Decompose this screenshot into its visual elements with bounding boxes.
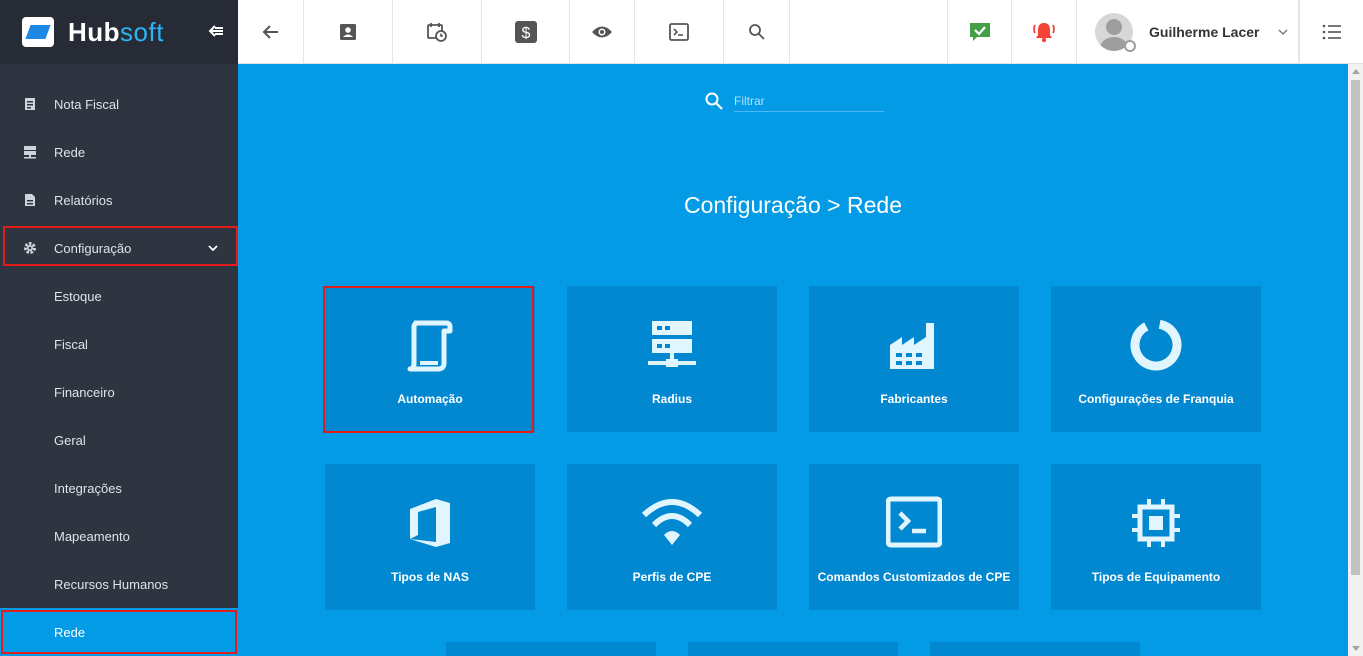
bell-alert-icon <box>1033 23 1055 43</box>
terminal-icon <box>669 23 689 41</box>
list-icon <box>1322 24 1341 40</box>
contact-card-icon <box>340 24 356 40</box>
tile-label: Tipos de NAS <box>391 570 469 584</box>
logo-text-soft: soft <box>120 16 164 47</box>
sidebar-item-label: Relatórios <box>54 192 113 208</box>
logo-bar: Hubsoft <box>0 0 238 64</box>
chevron-down-icon <box>208 241 218 256</box>
tile-label: Radius <box>651 392 692 406</box>
hubsoft-logo-icon <box>22 17 54 47</box>
sidebar-menu: Nota Fiscal Rede Relatórios Configuração… <box>0 80 238 656</box>
tile-label: Comandos Customizados de CPE <box>817 570 1011 584</box>
chip-icon <box>1128 493 1184 553</box>
sidebar-subitem-label: Mapeamento <box>54 528 130 544</box>
svg-text:$: $ <box>521 25 530 42</box>
sidebar-subitem-integracoes[interactable]: Integrações <box>0 464 238 512</box>
sidebar-item-rede[interactable]: Rede <box>0 128 238 176</box>
search-icon <box>705 92 723 110</box>
sidebar-subitem-recursos-humanos[interactable]: Recursos Humanos <box>0 560 238 608</box>
tile-configuracoes-de-franquia[interactable]: Configurações de Franquia <box>1051 286 1261 432</box>
sidebar-subitem-geral[interactable]: Geral <box>0 416 238 464</box>
contact-card-button[interactable] <box>304 0 393 64</box>
view-button[interactable] <box>570 0 635 64</box>
terminal-icon <box>886 493 942 553</box>
factory-icon <box>886 315 942 375</box>
server-network-icon <box>644 315 700 375</box>
sidebar-subitem-label: Recursos Humanos <box>54 576 169 592</box>
sidebar-subitem-label: Fiscal <box>54 336 88 352</box>
sidebar-item-label: Configuração <box>54 240 132 256</box>
scroll-up-arrow-icon[interactable] <box>1352 69 1360 74</box>
automation-icon <box>402 315 458 375</box>
sidebar-item-label: Nota Fiscal <box>54 96 120 112</box>
donut-chart-icon <box>1128 315 1184 375</box>
sidebar-item-label: Rede <box>54 144 86 160</box>
tile-tipos-de-equipamento[interactable]: Tipos de Equipamento <box>1051 464 1261 610</box>
search-button[interactable] <box>724 0 790 64</box>
logo-text-hub: Hub <box>68 16 121 47</box>
sidebar-subitem-rede[interactable]: Rede <box>0 608 238 656</box>
alerts-button[interactable] <box>1012 0 1077 64</box>
eye-icon <box>592 26 612 38</box>
tile-fabricantes[interactable]: Fabricantes <box>809 286 1019 432</box>
list-menu-button[interactable] <box>1299 0 1363 64</box>
top-bar: $ Guilherme Lacer <box>238 0 1363 64</box>
logo-text: Hubsoft <box>68 17 164 48</box>
sidebar-subitem-mapeamento[interactable]: Mapeamento <box>0 512 238 560</box>
main-content: Configuração > Rede Automação Radius Fab… <box>238 64 1348 656</box>
sidebar-subitem-label: Integrações <box>54 480 122 496</box>
report-icon <box>22 192 38 208</box>
chevron-down-icon <box>1278 29 1287 35</box>
sidebar-subitem-estoque[interactable]: Estoque <box>0 272 238 320</box>
user-menu[interactable]: Guilherme Lacer <box>1077 0 1299 64</box>
back-button[interactable] <box>238 0 304 64</box>
calendar-clock-icon <box>427 23 447 42</box>
tile-partial[interactable] <box>930 642 1140 656</box>
tile-automacao[interactable]: Automação <box>325 286 535 432</box>
scrollbar-thumb[interactable] <box>1351 80 1360 575</box>
tile-label: Fabricantes <box>880 392 948 406</box>
sidebar: Hubsoft Nota Fiscal Rede Relatórios Conf… <box>0 0 238 656</box>
sidebar-subitem-label: Rede <box>54 624 86 640</box>
sidebar-subitem-fiscal[interactable]: Fiscal <box>0 320 238 368</box>
arrow-left-icon <box>262 25 278 39</box>
sidebar-subitem-label: Geral <box>54 432 86 448</box>
sidebar-subitem-label: Estoque <box>54 288 102 304</box>
tile-label: Configurações de Franquia <box>1078 392 1234 406</box>
terminal-button[interactable] <box>635 0 724 64</box>
sidebar-subitem-label: Financeiro <box>54 384 115 400</box>
sidebar-item-configuracao[interactable]: Configuração <box>0 224 238 272</box>
dollar-icon: $ <box>514 21 537 43</box>
scrollbar[interactable] <box>1348 64 1363 656</box>
user-status-indicator <box>1124 40 1136 52</box>
tile-label: Tipos de Equipamento <box>1091 570 1221 584</box>
tile-perfis-de-cpe[interactable]: Perfis de CPE <box>567 464 777 610</box>
office-icon <box>402 493 458 553</box>
tasks-button[interactable] <box>947 0 1012 64</box>
wifi-icon <box>642 493 702 553</box>
sidebar-subitem-financeiro[interactable]: Financeiro <box>0 368 238 416</box>
check-chat-icon <box>969 23 990 41</box>
network-icon <box>22 144 38 160</box>
gear-icon <box>22 240 38 256</box>
document-lines-icon <box>22 96 38 112</box>
collapse-sidebar-icon[interactable] <box>207 22 225 45</box>
tile-label: Perfis de CPE <box>632 570 712 584</box>
filter-input[interactable] <box>734 90 884 112</box>
finance-button[interactable]: $ <box>482 0 570 64</box>
sidebar-item-nota-fiscal[interactable]: Nota Fiscal <box>0 80 238 128</box>
tile-radius[interactable]: Radius <box>567 286 777 432</box>
tile-tipos-de-nas[interactable]: Tipos de NAS <box>325 464 535 610</box>
calendar-clock-button[interactable] <box>393 0 482 64</box>
tile-label: Automação <box>397 392 463 406</box>
filter-bar <box>704 90 884 112</box>
user-name: Guilherme Lacer <box>1149 24 1260 40</box>
scroll-down-arrow-icon[interactable] <box>1352 646 1360 651</box>
sidebar-item-relatorios[interactable]: Relatórios <box>0 176 238 224</box>
tile-comandos-customizados-de-cpe[interactable]: Comandos Customizados de CPE <box>809 464 1019 610</box>
tile-partial[interactable] <box>446 642 656 656</box>
page-title: Configuração > Rede <box>683 192 902 218</box>
tile-partial[interactable] <box>688 642 898 656</box>
search-icon <box>748 24 765 40</box>
